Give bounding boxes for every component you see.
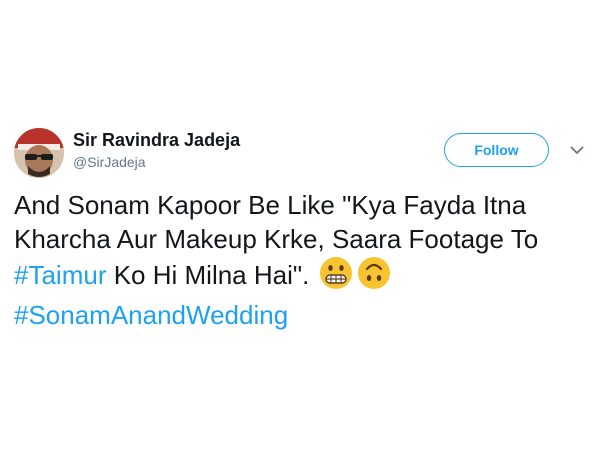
author-handle[interactable]: @SirJadeja [73,154,146,170]
tweet-text-line-4: #SonamAnandWedding [14,298,590,332]
tweet-text-line-3-rest: Ko Hi Milna Hai". [106,260,310,290]
author-name[interactable]: Sir Ravindra Jadeja [73,130,240,151]
hashtag-taimur[interactable]: #Taimur [14,260,106,290]
chevron-down-icon[interactable] [568,141,586,159]
tweet-card: Sir Ravindra Jadeja @SirJadeja Follow An… [0,0,600,450]
tweet-text-line-1: And Sonam Kapoor Be Like "Kya Fayda Itna [14,190,527,220]
follow-button[interactable]: Follow [444,133,549,167]
upside-down-face-icon [357,256,391,298]
tweet-header: Sir Ravindra Jadeja @SirJadeja Follow [14,128,588,178]
grimacing-face-icon [319,256,353,298]
tweet-text: And Sonam Kapoor Be Like "Kya Fayda Itna… [14,188,590,332]
hashtag-sonam-anand-wedding[interactable]: #SonamAnandWedding [14,300,288,330]
author-avatar[interactable] [14,128,64,178]
tweet-text-line-3: #Taimur Ko Hi Milna Hai". [14,256,590,298]
tweet-text-line-2: Kharcha Aur Makeup Krke, Saara Footage T… [14,224,539,254]
